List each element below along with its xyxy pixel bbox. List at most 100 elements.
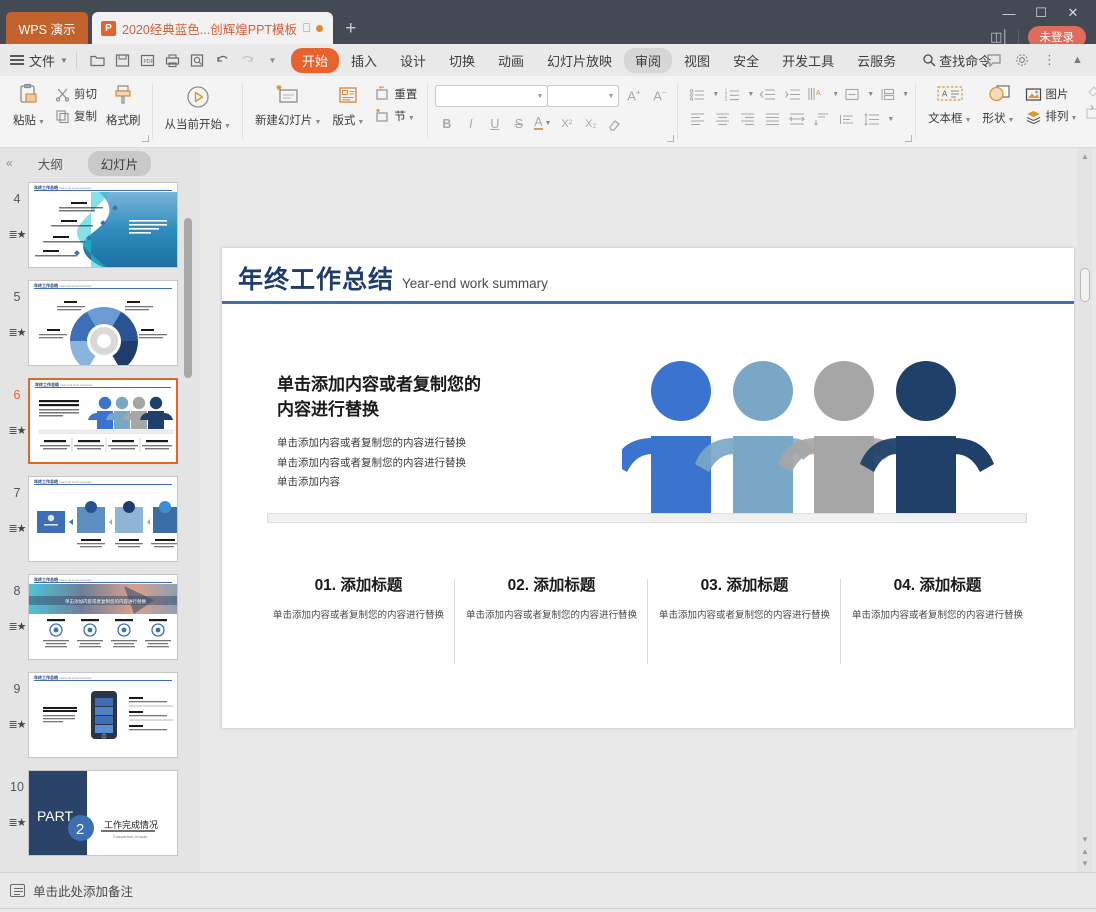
file-menu-button[interactable]: 文件 ▼ [10,51,68,70]
ribbon-overflow-button[interactable]: › [1090,100,1094,114]
undo-icon[interactable] [210,48,235,72]
thumbnail-item-4[interactable]: 4 ≣★ 年终工作总结 Year-end work summary [0,182,200,280]
strikethrough-button[interactable]: S [507,113,530,134]
export-pdf-icon[interactable]: PDF [135,48,160,72]
thumbnail-item-8[interactable]: 8 ≣★ 年终工作总结 Year-end work summary 单击添加内容… [0,574,200,672]
numbered-list-button[interactable]: 123 [720,84,744,104]
tab-cloud-service[interactable]: 云服务 [846,48,907,73]
navigator-scrollbar-thumb[interactable] [184,218,192,378]
column-4[interactable]: 04. 添加标题 单击添加内容或者复制您的内容进行替换 [841,573,1034,625]
column-2[interactable]: 02. 添加标题 单击添加内容或者复制您的内容进行替换 [455,573,648,665]
tab-transition[interactable]: 切换 [438,48,486,73]
align-text-button[interactable] [840,84,864,104]
underline-button[interactable]: U [483,113,506,134]
convert-to-smartart-button[interactable] [875,84,899,104]
format-painter-button[interactable]: 格式刷 [101,79,146,128]
increase-indent-button[interactable] [780,84,804,104]
thumbnail-item-7[interactable]: 7 ≣★ 年终工作总结 Year-end work summary [0,476,200,574]
people-graphic[interactable] [622,358,1002,523]
notes-pane[interactable]: 单击此处添加备注 [0,872,1096,908]
thumbnail-item-9[interactable]: 9 ≣★ 年终工作总结 Year-end work summary [0,672,200,770]
bullet-list-button[interactable] [685,84,709,104]
canvas-scrollbar[interactable]: ▲ ▼ ▲ ▼ [1078,148,1092,872]
settings-gear-icon[interactable] [1009,48,1034,72]
document-tab[interactable]: P 2020经典蓝色...创辉煌PPT模板 ⎕ [92,12,334,44]
thumbnail-preview[interactable]: 年终工作总结 Year-end work summary [28,476,178,562]
customize-quick-access-icon[interactable]: ▼ [260,48,285,72]
tab-slides[interactable]: 幻灯片 [87,150,152,176]
column-3[interactable]: 03. 添加标题 单击添加内容或者复制您的内容进行替换 [648,573,841,665]
tab-view[interactable]: 视图 [673,48,721,73]
text-direction-button[interactable]: A [805,84,829,104]
tab-security[interactable]: 安全 [722,48,770,73]
thumbnail-preview[interactable]: 年终工作总结 Year-end work summary [28,182,178,268]
tab-dev-tools[interactable]: 开发工具 [771,48,845,73]
align-middle-button[interactable] [835,109,859,129]
tab-outline[interactable]: 大纲 [25,151,76,176]
tab-insert[interactable]: 插入 [340,48,388,73]
font-dialog-launcher[interactable] [667,135,675,142]
scroll-down-icon[interactable]: ▼ [1081,835,1089,844]
tab-start[interactable]: 开始 [290,47,339,73]
start-from-current-button[interactable]: 从当前开始 ▼ [160,79,236,132]
redo-icon[interactable] [235,48,260,72]
open-icon[interactable] [85,48,110,72]
thumbnail-item-6[interactable]: 6 ≣★ 年终工作总结 Year-end work summary [0,378,200,476]
shape-button[interactable]: 形状 ▼ [977,79,1021,126]
align-right-button[interactable] [735,109,759,129]
subscript-button[interactable]: X₂ [579,113,602,134]
thumbnail-item-5[interactable]: 5 ≣★ 年终工作总结 Year-end work summary [0,280,200,378]
italic-button[interactable]: I [459,113,482,134]
decrease-font-size-button[interactable]: A− [648,86,671,107]
thumbnail-preview[interactable]: 年终工作总结 Year-end work summary [28,280,178,366]
picture-button[interactable]: 图片 [1021,84,1082,104]
bold-button[interactable]: B [435,113,458,134]
clipboard-dialog-launcher[interactable] [141,135,149,142]
maximize-button[interactable]: ☐ [1026,0,1056,26]
new-slide-button[interactable]: 新建幻灯片 ▼ [250,79,326,128]
reset-button[interactable]: 重置 [370,84,421,104]
section-button[interactable]: 节 ▼ [370,106,421,126]
copy-button[interactable]: 复制 [51,106,101,126]
collapse-ribbon-icon[interactable]: ▲ [1065,48,1090,72]
tab-slideshow[interactable]: 幻灯片放映 [536,48,623,73]
close-button[interactable]: ✕ [1058,0,1088,26]
align-center-button[interactable] [710,109,734,129]
previous-slide-icon[interactable]: ▲ [1081,847,1089,856]
slide-lead-block[interactable]: 单击添加内容或者复制您的内容进行替换 单击添加内容或者复制您的内容进行替换 单击… [277,373,497,493]
increase-font-size-button[interactable]: A+ [622,86,645,107]
tab-animation[interactable]: 动画 [487,48,535,73]
print-preview-icon[interactable] [185,48,210,72]
column-1[interactable]: 01. 添加标题 单击添加内容或者复制您的内容进行替换 [262,573,455,665]
align-top-button[interactable] [810,109,834,129]
slide-editor[interactable]: 年终工作总结 Year-end work summary 单击添加内容或者复制您… [222,248,1074,728]
decrease-indent-button[interactable] [755,84,779,104]
slide-header[interactable]: 年终工作总结 Year-end work summary [238,260,548,296]
align-left-button[interactable] [685,109,709,129]
thumbnail-item-10[interactable]: 10 ≣★ PART 2 工作完成情况 Completion of work [0,770,200,868]
canvas-scrollbar-thumb[interactable] [1080,268,1090,302]
cut-button[interactable]: 剪切 [51,84,101,104]
thumbnail-preview[interactable]: PART 2 工作完成情况 Completion of work [28,770,178,856]
thumbnail-list[interactable]: 4 ≣★ 年终工作总结 Year-end work summary 5 ≣★ 年… [0,178,200,872]
print-icon[interactable] [160,48,185,72]
arrange-button[interactable]: 排列 ▼ [1021,106,1082,126]
more-options-icon[interactable]: ⋮ [1037,48,1062,72]
superscript-button[interactable]: X² [555,113,578,134]
save-icon[interactable] [110,48,135,72]
layout-button[interactable]: 版式 ▼ [326,79,370,128]
line-spacing-button[interactable] [860,109,884,129]
split-panel-icon[interactable]: ◫│ [990,29,1009,45]
new-tab-button[interactable]: + [345,18,356,40]
font-family-select[interactable]: ▼ [435,85,549,107]
scroll-up-icon[interactable]: ▲ [1081,152,1089,161]
font-size-select[interactable]: ▼ [547,85,620,107]
next-slide-icon[interactable]: ▼ [1081,859,1089,868]
fill-color-button[interactable] [1081,82,1096,102]
text-box-button[interactable]: A 文本框 ▼ [923,79,976,126]
font-color-button[interactable]: A ▼ [531,113,554,134]
comment-icon[interactable] [981,48,1006,72]
paragraph-dialog-launcher[interactable] [905,135,913,142]
distribute-button[interactable] [785,109,809,129]
monitor-icon[interactable]: ⎕ [303,21,310,36]
